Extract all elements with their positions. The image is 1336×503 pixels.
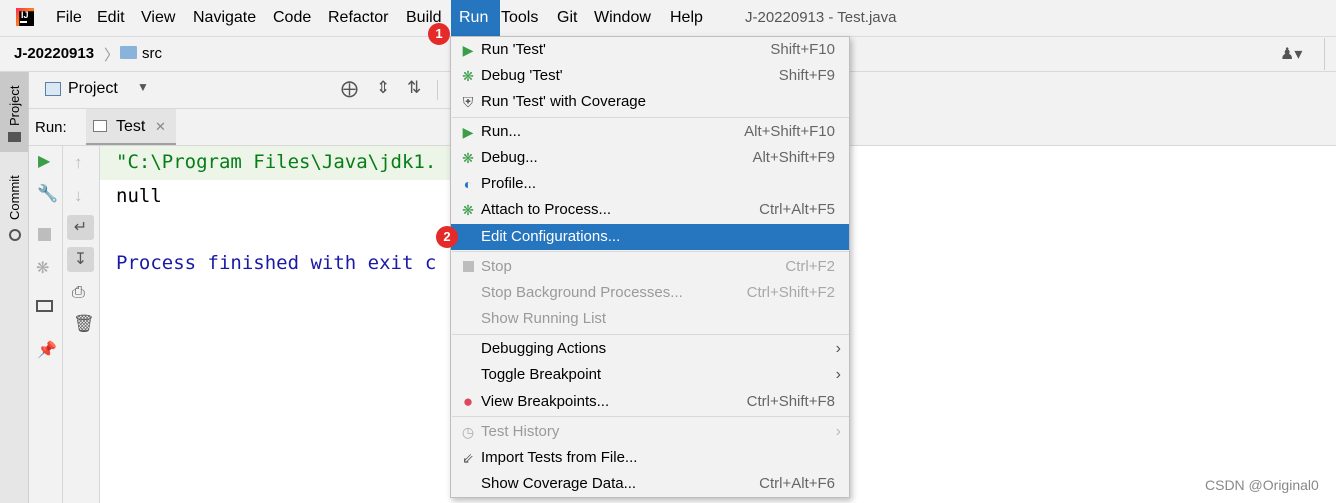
menu-separator [452, 251, 849, 252]
menu-item-run-dots[interactable]: ▶ Run... Alt+Shift+F10 [451, 119, 849, 145]
menu-help[interactable]: Help [666, 0, 707, 36]
menu-item-debug-dots[interactable]: ❋ Debug... Alt+Shift+F9 [451, 145, 849, 171]
coverage-icon: ⛨ [462, 94, 474, 110]
menu-window[interactable]: Window [590, 0, 655, 36]
watermark: CSDN @Original0 [1205, 477, 1319, 493]
menu-item-run-test[interactable]: ▶ Run 'Test' Shift+F10 [451, 37, 849, 63]
chevron-right-icon: › [835, 366, 841, 383]
window-title: J-20220913 - Test.java [745, 9, 897, 26]
menu-item-debugging-actions[interactable]: Debugging Actions › [451, 336, 849, 362]
console-command-line: "C:\Program Files\Java\jdk1. [116, 151, 437, 173]
history-icon: ◷ [461, 424, 475, 440]
wrench-icon[interactable]: 🔧 [37, 184, 58, 204]
menu-item-edit-configurations[interactable]: Edit Configurations... [451, 224, 849, 250]
stop-icon[interactable] [38, 228, 51, 241]
breadcrumb-project[interactable]: J-20220913 [14, 45, 94, 62]
arrow-up-icon[interactable]: ↑ [74, 153, 83, 173]
attach-icon: ❋ [462, 202, 474, 218]
folder-icon [120, 46, 137, 59]
breakpoints-icon: ● [462, 392, 474, 411]
breadcrumb-src[interactable]: src [142, 45, 162, 62]
run-dropdown-menu: ▶ Run 'Test' Shift+F10 ❋ Debug 'Test' Sh… [450, 36, 850, 498]
user-icon[interactable]: ♟▾ [1280, 44, 1302, 64]
menu-edit[interactable]: Edit [93, 0, 129, 36]
chevron-right-icon: › [835, 340, 841, 357]
commit-icon [9, 229, 21, 241]
project-view-icon [45, 82, 61, 96]
layout-icon[interactable] [36, 300, 53, 312]
soft-wrap-icon[interactable]: ↵ [67, 215, 94, 240]
trash-icon[interactable]: 🗑 [73, 314, 95, 334]
scroll-to-end-icon[interactable]: ↧ [67, 247, 94, 272]
menu-separator [452, 117, 849, 118]
menu-file[interactable]: File [52, 0, 86, 36]
menu-tools[interactable]: Tools [497, 0, 542, 36]
project-view-label[interactable]: Project [68, 80, 118, 98]
collapse-all-icon[interactable]: ⇅ [407, 78, 421, 98]
run-icon: ▶ [462, 124, 474, 140]
nav-right-edge [1324, 38, 1336, 70]
menu-refactor[interactable]: Refactor [324, 0, 392, 36]
stop-icon [459, 254, 477, 280]
menu-view[interactable]: View [137, 0, 179, 36]
arrow-down-icon[interactable]: ↓ [74, 186, 83, 206]
menu-item-stop[interactable]: Stop Ctrl+F2 [451, 254, 849, 280]
step-badge-1: 1 [428, 23, 450, 45]
menu-item-stop-background[interactable]: Stop Background Processes... Ctrl+Shift+… [451, 280, 849, 306]
run-panel-label: Run: [35, 119, 67, 136]
folder-icon [8, 132, 21, 142]
import-icon: ⇙ [462, 450, 474, 466]
menu-run[interactable]: Run [451, 0, 500, 36]
run-icon: ▶ [462, 42, 474, 58]
close-icon[interactable]: ✕ [155, 119, 166, 135]
chevron-right-icon: › [835, 423, 841, 440]
debug-icon: ❋ [462, 68, 474, 84]
step-badge-2: 2 [436, 226, 458, 248]
menu-separator [452, 334, 849, 335]
menu-item-toggle-breakpoint[interactable]: Toggle Breakpoint › [451, 362, 849, 388]
debug-icon: ❋ [462, 150, 474, 166]
run-tab-label: Test [116, 118, 146, 135]
menu-code[interactable]: Code [269, 0, 315, 36]
project-tool-tab[interactable]: Project [0, 72, 28, 152]
expand-all-icon[interactable]: ⇕ [376, 78, 390, 98]
locate-icon[interactable]: ⨁ [341, 79, 358, 99]
intellij-logo-icon: IJ [16, 8, 34, 26]
print-icon[interactable]: ⎙ [72, 284, 85, 302]
menu-item-profile[interactable]: ◐ Profile... [451, 171, 849, 197]
breadcrumb-separator: 〉 [104, 47, 120, 64]
menu-item-attach-process[interactable]: ❋ Attach to Process... Ctrl+Alt+F5 [451, 197, 849, 223]
menu-separator [452, 416, 849, 417]
profile-icon: ◐ [463, 176, 473, 192]
menu-item-view-breakpoints[interactable]: ● View Breakpoints... Ctrl+Shift+F8 [451, 389, 849, 415]
menu-navigate[interactable]: Navigate [189, 0, 260, 36]
commit-tool-tab[interactable]: Commit [0, 160, 28, 241]
run-config-icon [93, 120, 107, 132]
console-exit-line: Process finished with exit c [116, 252, 437, 274]
commit-tab-label: Commit [7, 175, 22, 220]
chevron-down-icon[interactable]: ▼ [137, 80, 149, 94]
pin-icon[interactable]: 📌 [37, 340, 57, 360]
rerun-icon[interactable]: ▶ [38, 151, 50, 171]
menu-item-show-coverage-data[interactable]: Show Coverage Data... Ctrl+Alt+F6 [451, 471, 849, 497]
menu-item-test-history[interactable]: ◷ Test History › [451, 419, 849, 445]
debug-icon[interactable]: ❋ [36, 258, 49, 278]
console-output-line: null [116, 185, 162, 207]
menu-git[interactable]: Git [553, 0, 581, 36]
menu-item-import-tests[interactable]: ⇙ Import Tests from File... [451, 445, 849, 471]
toolbar-divider [437, 80, 438, 100]
menu-item-run-coverage[interactable]: ⛨ Run 'Test' with Coverage [451, 89, 849, 115]
menu-item-debug-test[interactable]: ❋ Debug 'Test' Shift+F9 [451, 63, 849, 89]
menu-item-show-running-list[interactable]: Show Running List [451, 306, 849, 332]
project-tab-label: Project [7, 85, 22, 126]
